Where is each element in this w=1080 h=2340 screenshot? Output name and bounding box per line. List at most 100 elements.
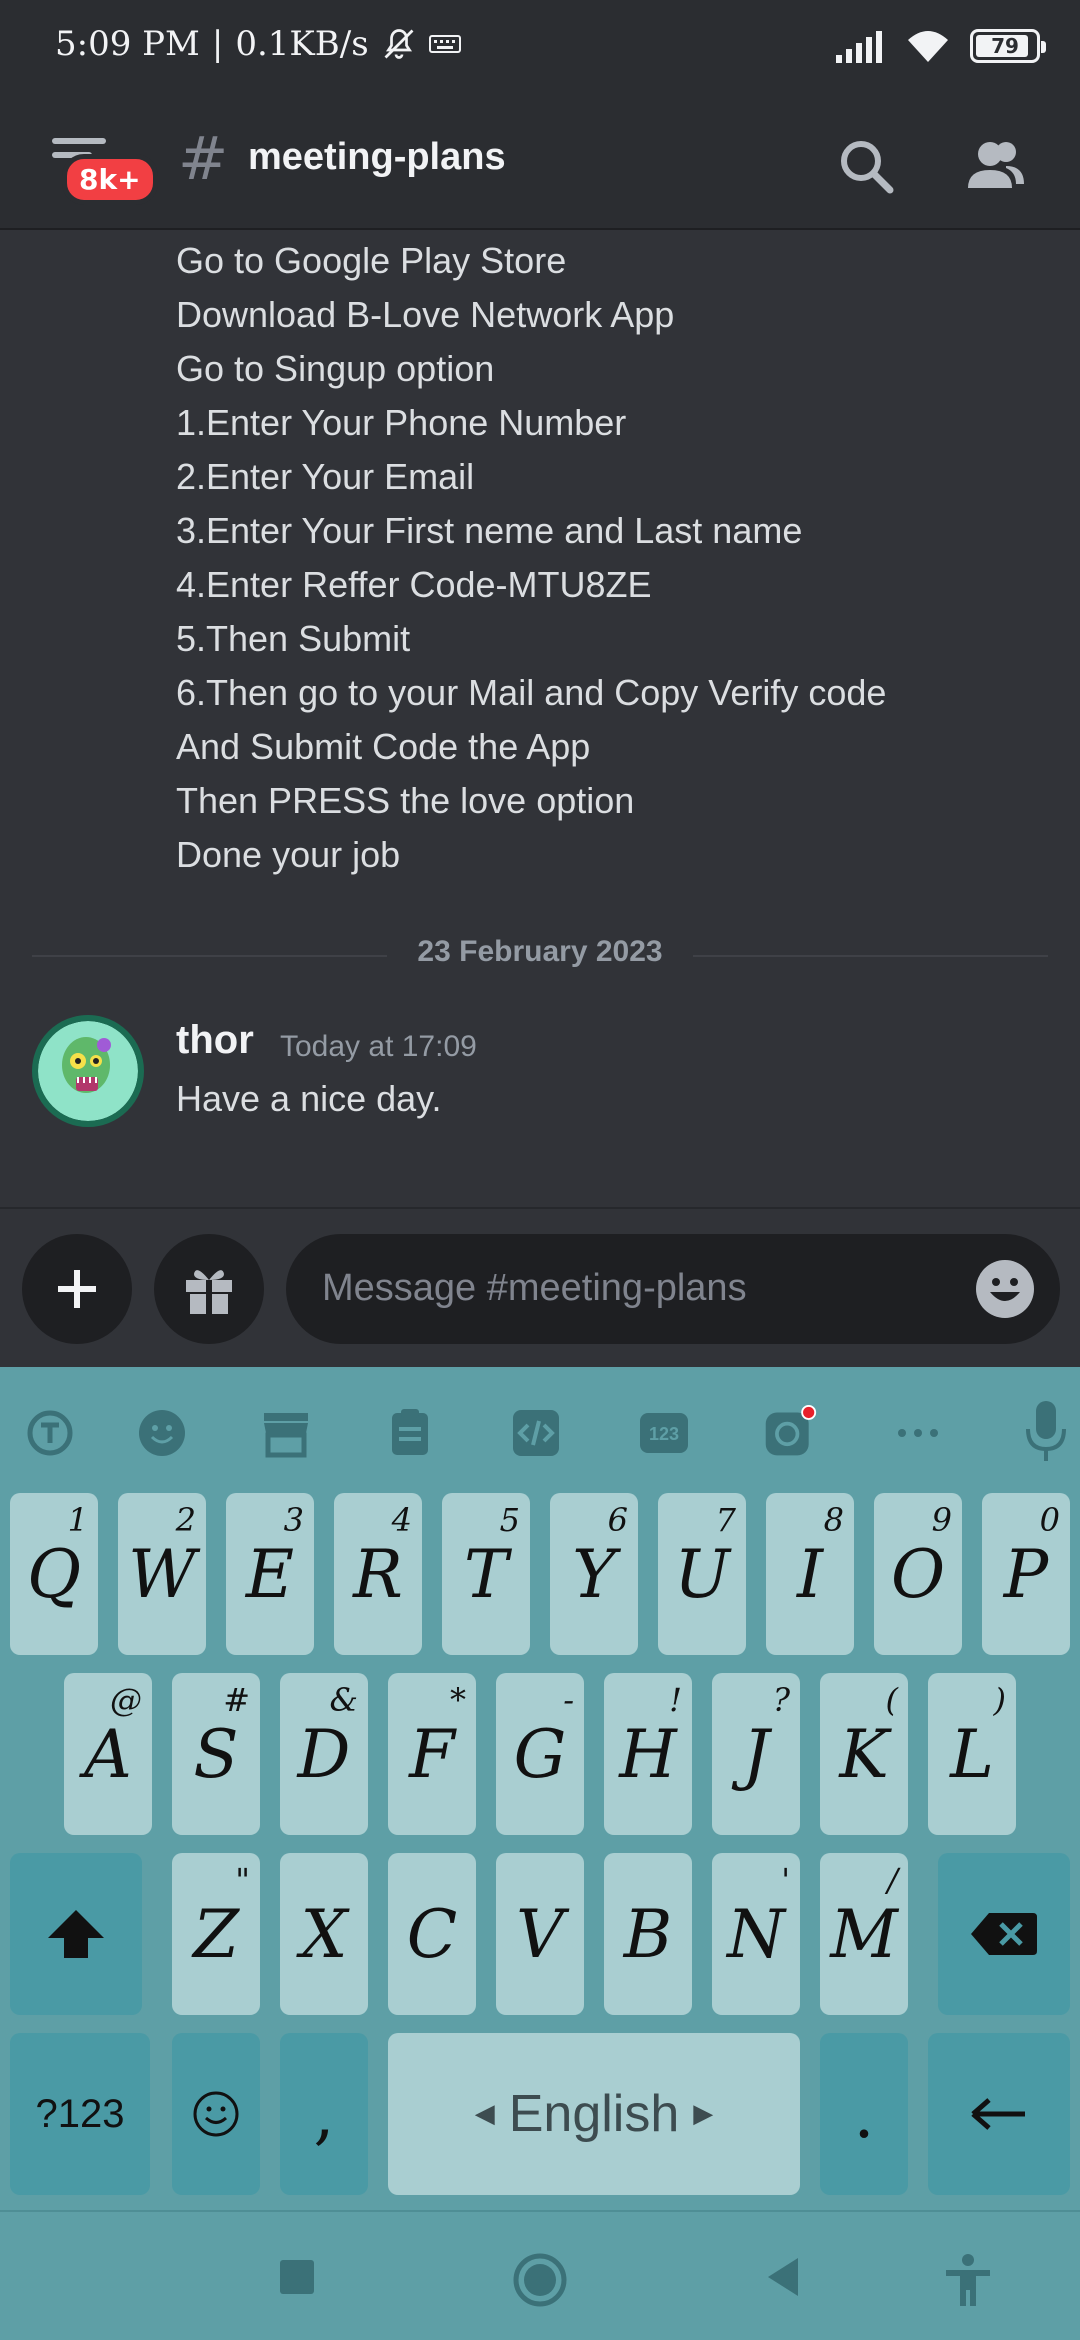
message-author[interactable]: thor bbox=[176, 1018, 254, 1063]
key-n[interactable]: N ' bbox=[712, 1853, 800, 2015]
key-y[interactable]: Y6 bbox=[550, 1493, 638, 1655]
key-m[interactable]: M / bbox=[820, 1853, 908, 2015]
avatar[interactable] bbox=[32, 1015, 144, 1127]
key-d[interactable]: D & bbox=[280, 1673, 368, 1835]
message-input-container[interactable] bbox=[286, 1234, 1060, 1344]
gift-button[interactable] bbox=[154, 1234, 264, 1344]
menu-button[interactable]: 8k+ bbox=[48, 132, 158, 205]
key-p[interactable]: P0 bbox=[982, 1493, 1070, 1655]
backspace-key[interactable] bbox=[938, 1853, 1070, 2015]
key-label: L bbox=[950, 1715, 994, 1793]
message-line: 5.Then Submit bbox=[176, 618, 411, 659]
chevron-right-icon: ▶ bbox=[693, 2099, 714, 2129]
search-icon[interactable] bbox=[832, 132, 902, 202]
enter-key[interactable] bbox=[928, 2033, 1070, 2195]
key-v[interactable]: V bbox=[496, 1853, 584, 2015]
zombie-avatar-icon bbox=[38, 1021, 138, 1121]
key-g[interactable]: G- bbox=[496, 1673, 584, 1835]
key-o[interactable]: O9 bbox=[874, 1493, 962, 1655]
key-b[interactable]: B bbox=[604, 1853, 692, 2015]
key-label: G bbox=[513, 1715, 567, 1793]
emoji-key[interactable] bbox=[172, 2033, 260, 2195]
status-time: 5:09 PM bbox=[55, 24, 200, 64]
message-line: And Submit Code the App bbox=[176, 726, 591, 767]
key-hint: & bbox=[329, 1681, 358, 1719]
key-i[interactable]: I8 bbox=[766, 1493, 854, 1655]
key-label: F bbox=[409, 1715, 455, 1793]
message-line: 4.Enter Reffer Code-MTU8ZE bbox=[176, 564, 652, 605]
back-button[interactable] bbox=[758, 2252, 808, 2302]
key-hint: 9 bbox=[931, 1501, 952, 1539]
status-right: 79 bbox=[834, 28, 1046, 64]
message-list[interactable]: Go to Google Play Store Download B-Love … bbox=[0, 230, 1080, 1205]
key-label: W bbox=[128, 1535, 196, 1613]
channel-title[interactable]: meeting-plans bbox=[248, 136, 506, 179]
more-options-icon[interactable] bbox=[890, 1405, 946, 1461]
add-attachment-button[interactable] bbox=[22, 1234, 132, 1344]
comma-key[interactable]: , bbox=[280, 2033, 368, 2195]
key-x[interactable]: X bbox=[280, 1853, 368, 2015]
accessibility-button[interactable] bbox=[940, 2252, 990, 2306]
key-w[interactable]: W2 bbox=[118, 1493, 206, 1655]
clipboard-icon[interactable] bbox=[382, 1405, 438, 1461]
key-hint: 3 bbox=[283, 1501, 304, 1539]
key-hint: * bbox=[450, 1681, 466, 1719]
key-label: Z bbox=[193, 1895, 239, 1973]
key-label: N bbox=[727, 1895, 785, 1973]
recents-button[interactable] bbox=[272, 2252, 322, 2302]
symbols-key[interactable]: ?123 bbox=[10, 2033, 150, 2195]
key-hint: 2 bbox=[175, 1501, 196, 1539]
message-line: Go to Google Play Store bbox=[176, 240, 567, 281]
key-z[interactable]: Z " bbox=[172, 1853, 260, 2015]
emoji-button[interactable] bbox=[976, 1260, 1034, 1318]
key-label: P bbox=[1003, 1535, 1049, 1613]
wifi-icon bbox=[908, 31, 948, 62]
message-line: 3.Enter Your First neme and Last name bbox=[176, 510, 803, 551]
key-u[interactable]: U7 bbox=[658, 1493, 746, 1655]
key-e[interactable]: E3 bbox=[226, 1493, 314, 1655]
status-left: 5:09 PM | 0.1KB/s bbox=[55, 24, 461, 64]
key-a[interactable]: A @ bbox=[64, 1673, 152, 1835]
space-label: English bbox=[508, 2085, 680, 2143]
key-hint: - bbox=[563, 1681, 574, 1719]
period-key[interactable]: . bbox=[820, 2033, 908, 2195]
key-hint: ) bbox=[993, 1681, 1006, 1719]
number-pad-icon[interactable]: 123 bbox=[636, 1405, 692, 1461]
key-label: X bbox=[300, 1895, 348, 1973]
battery-icon: 79 bbox=[970, 29, 1046, 63]
message-line: Then PRESS the love option bbox=[176, 780, 635, 821]
key-q[interactable]: Q1 bbox=[10, 1493, 98, 1655]
chevron-left-icon: ◀ bbox=[474, 2099, 495, 2129]
keyboard-toolbar: 123 bbox=[0, 1367, 1080, 1497]
key-h[interactable]: H! bbox=[604, 1673, 692, 1835]
home-button[interactable] bbox=[512, 2252, 567, 2307]
key-k[interactable]: K( bbox=[820, 1673, 908, 1835]
date-divider: 23 February 2023 bbox=[32, 935, 1048, 975]
microphone-icon[interactable] bbox=[1018, 1397, 1074, 1467]
square-icon bbox=[280, 2260, 314, 2294]
key-j[interactable]: J? bbox=[712, 1673, 800, 1835]
shift-key[interactable] bbox=[10, 1853, 142, 2015]
key-r[interactable]: R4 bbox=[334, 1493, 422, 1655]
key-label: A bbox=[84, 1715, 132, 1793]
key-l[interactable]: L) bbox=[928, 1673, 1016, 1835]
key-label: Y bbox=[572, 1535, 616, 1613]
shift-arrow-icon bbox=[48, 1910, 104, 1958]
message-body: Have a nice day. bbox=[176, 1078, 442, 1119]
translate-icon[interactable] bbox=[22, 1405, 78, 1461]
key-c[interactable]: C bbox=[388, 1853, 476, 2015]
key-label: U bbox=[674, 1535, 730, 1613]
key-t[interactable]: T5 bbox=[442, 1493, 530, 1655]
members-icon[interactable] bbox=[960, 132, 1030, 202]
key-hint: " bbox=[235, 1861, 250, 1899]
message-input[interactable] bbox=[322, 1258, 942, 1318]
store-icon[interactable] bbox=[258, 1405, 314, 1461]
theme-icon[interactable] bbox=[762, 1405, 818, 1461]
key-f[interactable]: F * bbox=[388, 1673, 476, 1835]
emoji-keyboard-icon[interactable] bbox=[134, 1405, 190, 1461]
key-s[interactable]: S # bbox=[172, 1673, 260, 1835]
channel-hash-icon: # bbox=[178, 124, 229, 194]
space-key[interactable]: ◀ English ▶ bbox=[388, 2033, 800, 2195]
code-icon[interactable] bbox=[508, 1405, 564, 1461]
key-label: V bbox=[516, 1895, 564, 1973]
